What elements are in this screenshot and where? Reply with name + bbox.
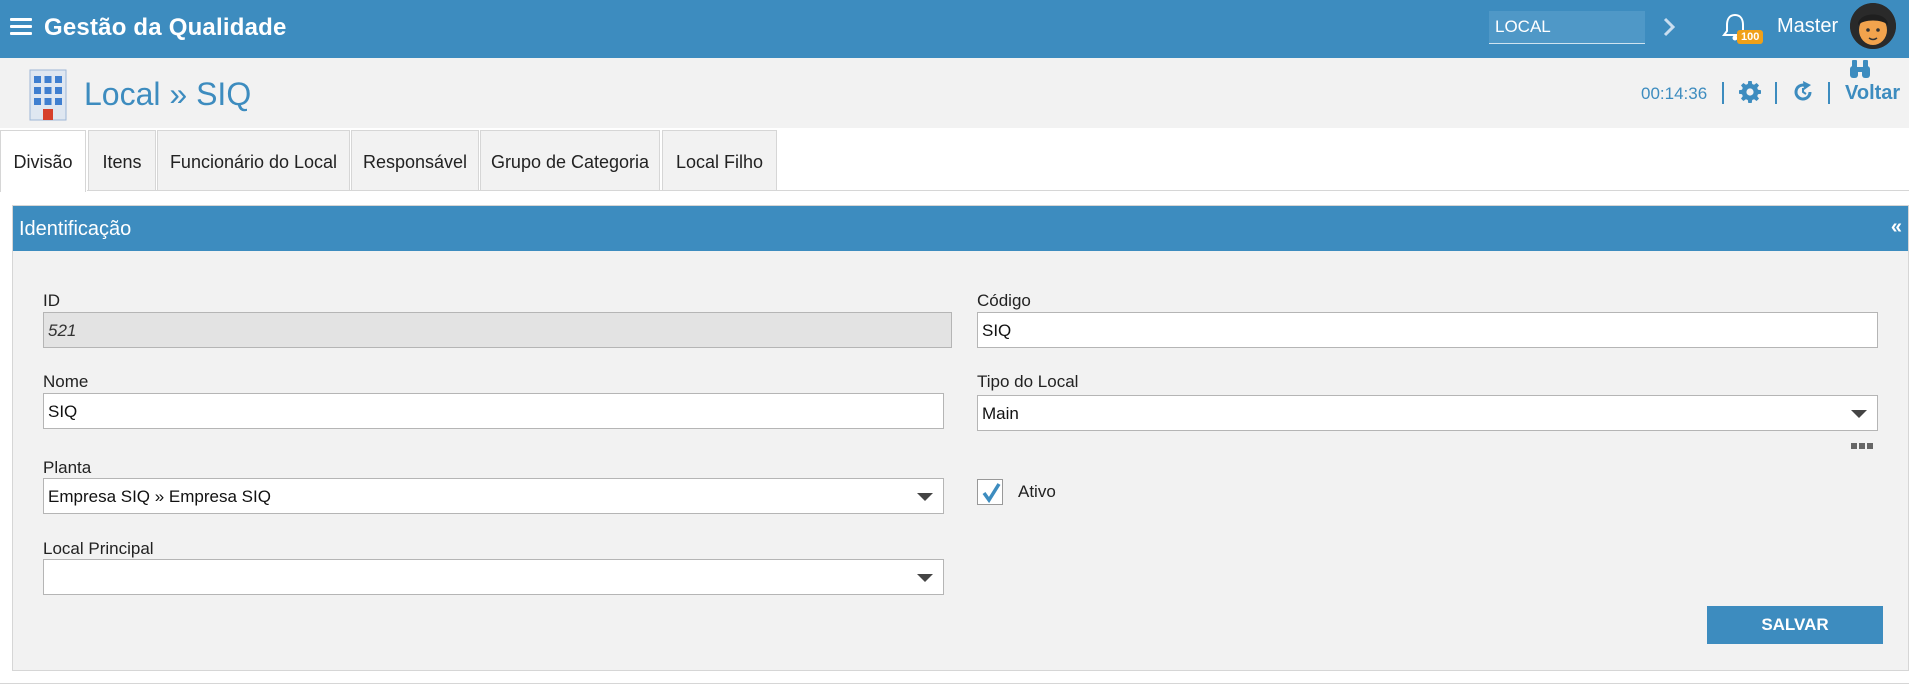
codigo-field[interactable]: SIQ [977,312,1878,348]
tipo-local-label: Tipo do Local [977,372,1079,391]
page-header: Local » SIQ 00:14:36 Voltar [0,58,1909,128]
divider [1775,82,1777,104]
back-link[interactable]: Voltar [1845,82,1900,105]
tab-divisao[interactable]: Divisão [0,130,86,192]
tab-responsavel[interactable]: Responsável [351,130,479,191]
top-bar: Gestão da Qualidade 100 Master [0,0,1909,58]
chevron-down-icon [917,493,933,501]
search-input[interactable] [1489,11,1645,44]
id-field: 521 [43,312,952,348]
divider [1828,82,1830,104]
chevron-down-icon [1851,410,1867,418]
local-principal-label: Local Principal [43,539,154,558]
divider [1722,82,1724,104]
tab-local-filho[interactable]: Local Filho [662,130,777,191]
panel-header[interactable]: Identificação « [13,206,1908,251]
save-button[interactable]: SALVAR [1707,606,1883,644]
binoculars-icon[interactable] [1848,58,1872,80]
local-principal-select[interactable] [43,559,944,595]
tab-underline [87,190,1909,191]
ativo-checkbox[interactable] [977,479,1003,505]
identificacao-panel: Identificação « [12,205,1909,671]
page-title: Local » SIQ [84,76,252,112]
gear-icon[interactable] [1738,80,1762,104]
refresh-icon[interactable] [1791,80,1815,104]
tab-itens[interactable]: Itens [88,130,156,191]
menu-icon[interactable] [10,18,32,36]
planta-value: Empresa SIQ » Empresa SIQ [48,487,271,506]
checkmark-icon [982,483,1001,504]
notification-badge: 100 [1737,30,1764,44]
planta-label: Planta [43,458,92,477]
app-title: Gestão da Qualidade [44,14,287,41]
tipo-local-value: Main [982,404,1019,423]
ativo-label: Ativo [1018,482,1056,501]
codigo-label: Código [977,291,1031,310]
tipo-local-select[interactable]: Main [977,395,1878,431]
id-label: ID [43,291,60,310]
nome-field[interactable]: SIQ [43,393,944,429]
planta-select[interactable]: Empresa SIQ » Empresa SIQ [43,478,944,514]
user-name[interactable]: Master [1777,15,1838,38]
building-icon [29,69,67,121]
chevron-down-icon [917,574,933,582]
tab-grupo-de-categoria[interactable]: Grupo de Categoria [480,130,660,191]
collapse-icon[interactable]: « [1891,216,1902,239]
bottom-divider [0,683,1909,684]
chevron-right-icon[interactable] [1660,14,1680,40]
panel-title: Identificação [19,218,132,240]
user-avatar-icon [1850,3,1896,49]
avatar[interactable] [1850,3,1896,49]
nome-label: Nome [43,372,89,391]
more-dots-icon[interactable] [1851,436,1875,449]
session-timer: 00:14:36 [1641,84,1708,103]
tab-funcionario-do-local[interactable]: Funcionário do Local [157,130,350,191]
